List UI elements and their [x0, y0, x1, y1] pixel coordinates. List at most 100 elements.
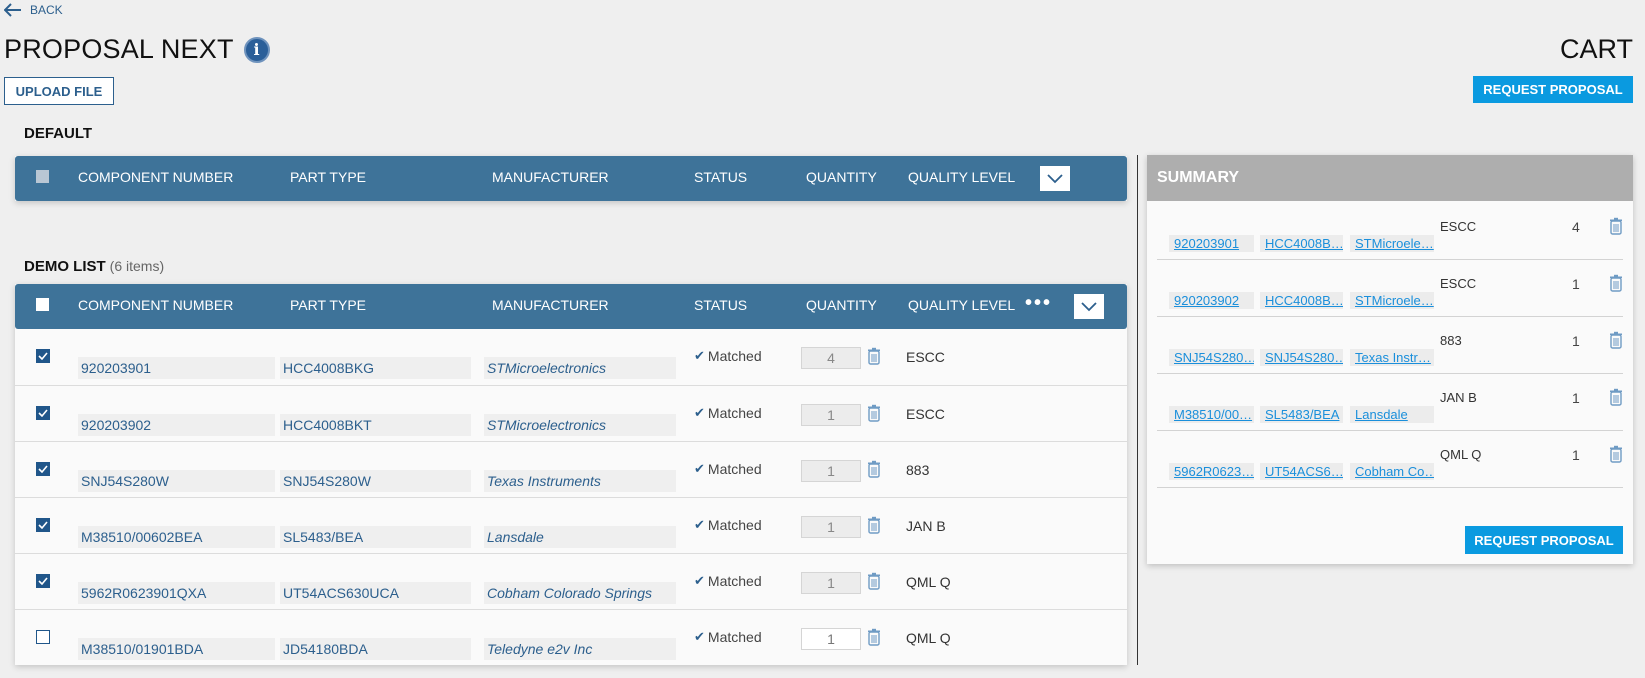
summary-manufacturer-link[interactable]: STMicroele…	[1350, 292, 1434, 309]
demo-list-count: (6 items)	[109, 258, 165, 274]
summary-row: 920203902 HCC4008B… STMicroele… ESCC 1	[1157, 260, 1623, 317]
select-all-checkbox[interactable]	[36, 170, 49, 183]
chevron-down-icon	[1047, 173, 1063, 183]
summary-component-link[interactable]: 920203901	[1169, 235, 1254, 252]
summary-part-type-link[interactable]: UT54ACS6…	[1260, 463, 1343, 480]
trash-icon[interactable]	[1609, 217, 1623, 235]
col-manufacturer[interactable]: MANUFACTURER	[492, 282, 609, 327]
quantity-input[interactable]: 1	[801, 404, 861, 426]
status-badge: ✔ Matched	[694, 573, 762, 589]
cart-title: CART	[1559, 34, 1633, 64]
manufacturer-cell[interactable]: STMicroelectronics	[484, 357, 676, 379]
quality-level-cell: QML Q	[906, 630, 951, 646]
part-type-cell[interactable]: SNJ54S280W	[280, 470, 471, 492]
status-badge: ✔ Matched	[694, 348, 762, 364]
back-label: BACK	[30, 3, 63, 17]
table-row: M38510/01901BDA JD54180BDA Teledyne e2v In…	[15, 609, 1127, 665]
col-quantity[interactable]: QUANTITY	[806, 154, 877, 199]
trash-icon[interactable]	[867, 628, 881, 646]
quantity-input[interactable]: 4	[801, 347, 861, 369]
summary-manufacturer-link[interactable]: Cobham Co…	[1350, 463, 1434, 480]
trash-icon[interactable]	[867, 516, 881, 534]
trash-icon[interactable]	[867, 460, 881, 478]
manufacturer-cell[interactable]: Cobham Colorado Springs	[484, 582, 676, 604]
row-checkbox[interactable]	[36, 630, 50, 644]
status-text: Matched	[707, 461, 762, 477]
part-type-cell[interactable]: HCC4008BKT	[280, 414, 471, 436]
quantity-input[interactable]: 1	[801, 516, 861, 538]
row-checkbox[interactable]	[36, 349, 50, 363]
part-type-cell[interactable]: HCC4008BKG	[280, 357, 471, 379]
expand-dropdown-button[interactable]	[1040, 166, 1070, 191]
expand-dropdown-button[interactable]	[1074, 294, 1104, 319]
component-number-cell[interactable]: M38510/01901BDA	[78, 638, 275, 660]
summary-part-type-link[interactable]: SL5483/BEA	[1260, 406, 1343, 423]
component-number-cell[interactable]: 920203901	[78, 357, 275, 379]
status-badge: ✔ Matched	[694, 517, 762, 533]
trash-icon[interactable]	[1609, 445, 1623, 463]
trash-icon[interactable]	[1609, 388, 1623, 406]
col-component-number[interactable]: COMPONENT NUMBER	[78, 282, 233, 327]
component-number-cell[interactable]: 920203902	[78, 414, 275, 436]
row-checkbox[interactable]	[36, 518, 50, 532]
summary-component-link[interactable]: SNJ54S280…	[1169, 349, 1254, 366]
quality-level-cell: ESCC	[906, 349, 945, 365]
part-type-cell[interactable]: JD54180BDA	[280, 638, 471, 660]
summary-part-type-link[interactable]: SNJ54S280…	[1260, 349, 1343, 366]
col-quality-level[interactable]: QUALITY LEVEL	[908, 282, 1015, 327]
component-number-cell[interactable]: SNJ54S280W	[78, 470, 275, 492]
default-list-title: DEFAULT	[24, 125, 93, 142]
quantity-input[interactable]: 1	[801, 628, 861, 650]
trash-icon[interactable]	[867, 572, 881, 590]
col-quantity[interactable]: QUANTITY	[806, 282, 877, 327]
page-title-text: PROPOSAL NEXT	[4, 34, 234, 64]
summary-component-link[interactable]: 5962R0623…	[1169, 463, 1254, 480]
row-checkbox[interactable]	[36, 406, 50, 420]
summary-manufacturer-link[interactable]: Lansdale	[1350, 406, 1434, 423]
summary-manufacturer-link[interactable]: STMicroele…	[1350, 235, 1434, 252]
upload-file-button[interactable]: UPLOAD FILE	[4, 77, 114, 105]
manufacturer-cell[interactable]: STMicroelectronics	[484, 414, 676, 436]
summary-panel: SUMMARY 920203901 HCC4008B… STMicroele… ESC…	[1147, 155, 1633, 564]
manufacturer-cell[interactable]: Teledyne e2v Inc	[484, 638, 676, 660]
checkmark-icon: ✔	[694, 517, 705, 532]
demo-list-title-text: DEMO LIST	[24, 258, 106, 275]
page-title: PROPOSAL NEXT i	[4, 34, 270, 65]
summary-part-type-link[interactable]: HCC4008B…	[1260, 292, 1343, 309]
row-checkbox[interactable]	[36, 462, 50, 476]
manufacturer-cell[interactable]: Texas Instruments	[484, 470, 676, 492]
trash-icon[interactable]	[867, 404, 881, 422]
col-manufacturer[interactable]: MANUFACTURER	[492, 154, 609, 199]
summary-component-link[interactable]: 920203902	[1169, 292, 1254, 309]
trash-icon[interactable]	[867, 347, 881, 365]
summary-rows: 920203901 HCC4008B… STMicroele… ESCC 4 920203…	[1147, 203, 1633, 488]
row-checkbox[interactable]	[36, 574, 50, 588]
summary-manufacturer-link[interactable]: Texas Instr…	[1350, 349, 1434, 366]
back-link[interactable]: BACK	[4, 3, 63, 17]
col-status[interactable]: STATUS	[694, 282, 747, 327]
summary-component-link[interactable]: M38510/00…	[1169, 406, 1254, 423]
table-row: 5962R0623901QXA UT54ACS630UCA Cobham Color…	[15, 553, 1127, 609]
quantity-input[interactable]: 1	[801, 460, 861, 482]
col-part-type[interactable]: PART TYPE	[290, 154, 366, 199]
select-all-checkbox[interactable]	[36, 298, 49, 311]
part-type-cell[interactable]: SL5483/BEA	[280, 526, 471, 548]
component-number-cell[interactable]: 5962R0623901QXA	[78, 582, 275, 604]
col-quality-level[interactable]: QUALITY LEVEL	[908, 154, 1015, 199]
more-options-icon[interactable]: •••	[1025, 292, 1052, 315]
info-icon[interactable]: i	[243, 36, 270, 63]
summary-part-type-link[interactable]: HCC4008B…	[1260, 235, 1343, 252]
component-number-cell[interactable]: M38510/00602BEA	[78, 526, 275, 548]
trash-icon[interactable]	[1609, 274, 1623, 292]
request-proposal-button-top[interactable]: REQUEST PROPOSAL	[1473, 76, 1633, 103]
col-part-type[interactable]: PART TYPE	[290, 282, 366, 327]
request-proposal-button-bottom[interactable]: REQUEST PROPOSAL	[1465, 526, 1623, 554]
trash-icon[interactable]	[1609, 331, 1623, 349]
manufacturer-cell[interactable]: Lansdale	[484, 526, 676, 548]
quantity-input[interactable]: 1	[801, 572, 861, 594]
col-status[interactable]: STATUS	[694, 154, 747, 199]
demo-list-table: COMPONENT NUMBER PART TYPE MANUFACTURER …	[15, 284, 1127, 665]
col-component-number[interactable]: COMPONENT NUMBER	[78, 154, 233, 199]
summary-row: 5962R0623… UT54ACS6… Cobham Co… QML Q 1	[1157, 431, 1623, 488]
part-type-cell[interactable]: UT54ACS630UCA	[280, 582, 471, 604]
